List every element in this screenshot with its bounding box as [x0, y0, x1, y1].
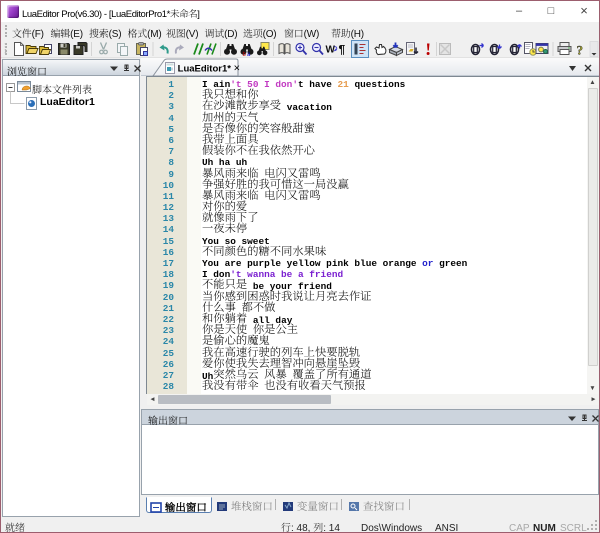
- svg-text:W: W: [326, 45, 336, 56]
- svg-text:¶: ¶: [339, 43, 346, 57]
- svg-text:?: ?: [577, 43, 584, 58]
